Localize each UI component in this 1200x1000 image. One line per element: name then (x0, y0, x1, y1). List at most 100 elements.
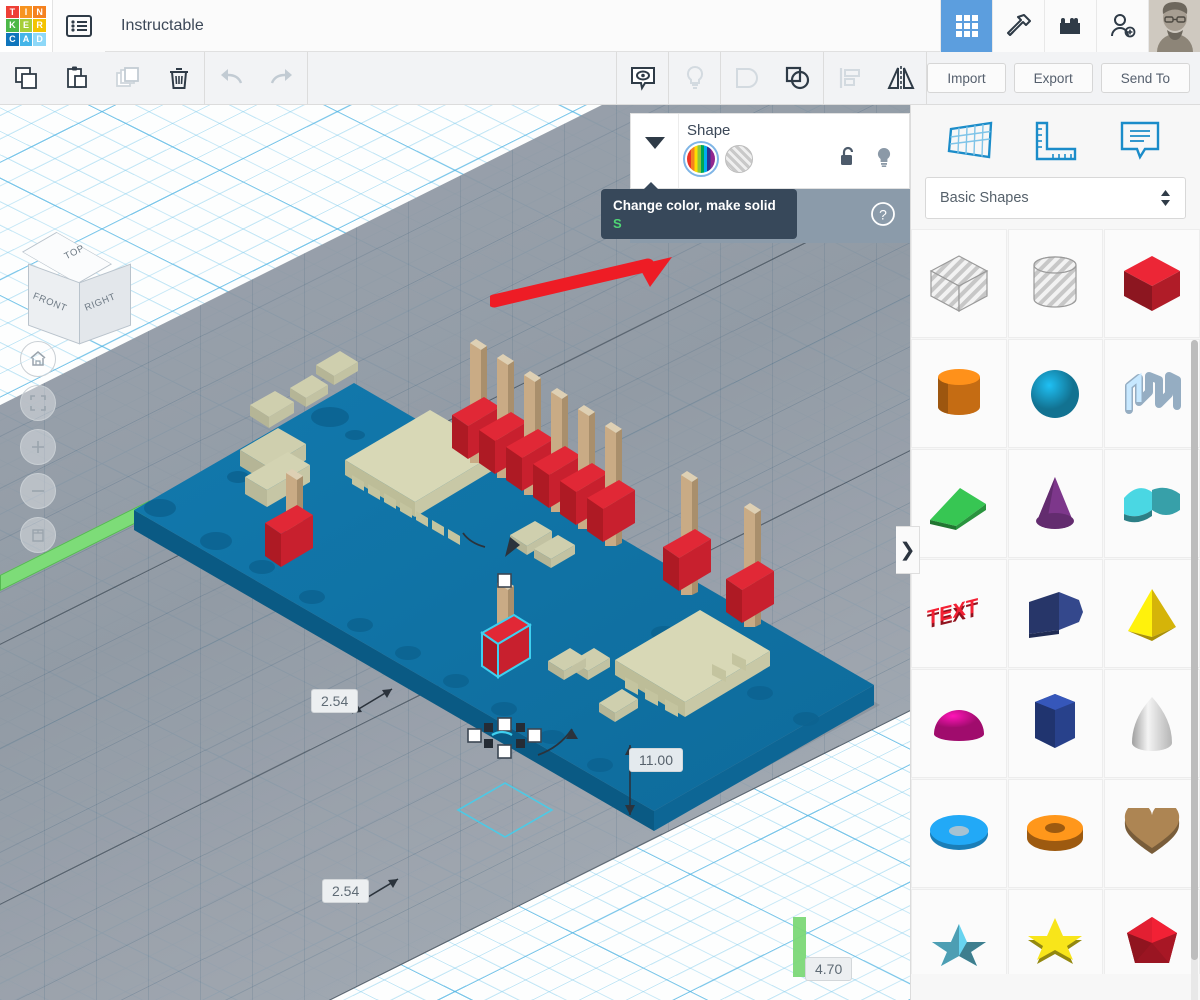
view-nav-buttons (20, 341, 56, 561)
paste-icon[interactable] (51, 52, 102, 105)
shape-panel-controls (683, 141, 897, 177)
shape-item-pyramid[interactable] (1104, 559, 1200, 668)
trash-icon[interactable] (153, 52, 204, 105)
view-tools (617, 51, 926, 105)
solid-color-swatch[interactable] (683, 141, 719, 177)
shape-item-tube-square[interactable] (1007, 559, 1104, 668)
dimension-label-y[interactable]: 2.54 (322, 879, 370, 903)
export-button[interactable]: Export (1013, 63, 1093, 93)
view-cube[interactable]: TOP FRONT RIGHT (18, 225, 138, 345)
brick-icon[interactable] (1044, 0, 1096, 52)
tooltip-title: Change color, make solid (613, 198, 776, 213)
document-title[interactable]: Instructable (121, 17, 204, 35)
tooltip-arrow (643, 182, 659, 190)
menu-list-icon[interactable] (53, 0, 105, 52)
shape-item-cylinder-hole[interactable] (1007, 229, 1104, 338)
logo-letter-d: D (33, 32, 46, 46)
shape-item-half-sphere[interactable] (911, 669, 1007, 778)
zoom-out-icon[interactable] (20, 473, 56, 509)
shape-item-star-3d[interactable] (911, 889, 1007, 974)
logo-letter-k: K (6, 19, 19, 32)
shape-color-tooltip: Change color, make solid S (601, 182, 797, 239)
fit-to-view-icon[interactable] (20, 385, 56, 421)
hammer-icon[interactable] (992, 0, 1044, 52)
shape-item-cylinder[interactable] (911, 339, 1007, 448)
copy-icon[interactable] (0, 52, 51, 105)
topbar-right-group (940, 0, 1200, 52)
history-tools (205, 52, 307, 105)
group-icon[interactable] (772, 52, 823, 105)
collapse-panel-icon[interactable] (631, 114, 679, 188)
undo-icon[interactable] (205, 52, 256, 105)
shape-item-star[interactable] (1007, 889, 1104, 974)
shape-item-scribble[interactable] (1104, 339, 1200, 448)
tinkercad-app: TIN KER CAD Instructable Import Export Sen… (0, 0, 1200, 1000)
send-to-button[interactable]: Send To (1100, 63, 1190, 93)
mirror-icon[interactable] (875, 52, 926, 105)
shape-item-hexagonal-prism[interactable] (1007, 669, 1104, 778)
shape-panel-body: Shape (679, 114, 909, 188)
lightbulb-icon[interactable] (875, 146, 893, 173)
top-bar: TIN KER CAD Instructable (0, 0, 1200, 52)
shape-item-polyhedron[interactable] (1104, 889, 1200, 974)
shape-category-select[interactable]: Basic Shapes (925, 177, 1186, 219)
shapes-panel: Basic Shapes TEXT TEXT (910, 105, 1200, 1000)
shape-panel-toggles (839, 146, 897, 173)
workplane-note-icon[interactable] (617, 52, 668, 105)
duplicate-icon[interactable] (102, 52, 153, 105)
logo-letter-e: E (19, 19, 33, 32)
redo-icon[interactable] (256, 52, 307, 105)
lightbulb-icon[interactable] (669, 52, 720, 105)
import-button[interactable]: Import (927, 63, 1006, 93)
logo-letter-n: N (33, 5, 46, 19)
shape-item-box[interactable] (1104, 229, 1200, 338)
clipboard-tools (0, 52, 204, 105)
dimension-label-z[interactable]: 4.70 (805, 957, 853, 981)
file-actions: Import Export Send To (927, 63, 1200, 93)
shape-item-text[interactable]: TEXT TEXT (911, 559, 1007, 668)
shape-category-value: Basic Shapes (940, 190, 1029, 206)
workplane-icon[interactable] (940, 110, 1002, 172)
logo-letter-c: C (6, 32, 19, 46)
dimension-label-height[interactable]: 11.00 (629, 748, 683, 772)
perspective-toggle-icon[interactable] (20, 517, 56, 553)
shapes-panel-tools (911, 105, 1200, 177)
shape-item-paraboloid[interactable] (1104, 669, 1200, 778)
panel-collapse-toggle[interactable]: ❯ (896, 526, 920, 574)
shape-grid-scrollbar[interactable] (1191, 340, 1198, 960)
stepper-icon (1160, 190, 1171, 206)
add-user-icon[interactable] (1096, 0, 1148, 52)
shape-item-box-hole[interactable] (911, 229, 1007, 338)
ruler-icon[interactable] (1024, 110, 1086, 172)
shape-item-roof[interactable] (1104, 449, 1200, 558)
shape-item-cone[interactable] (1007, 449, 1104, 558)
dimension-label-x[interactable]: 2.54 (311, 689, 359, 713)
question-mark-icon[interactable]: ? (870, 201, 896, 232)
home-view-icon[interactable] (20, 341, 56, 377)
shape-panel-title: Shape (687, 122, 731, 139)
tooltip-shortcut: S (613, 216, 622, 231)
shape-library-grid[interactable]: TEXT TEXT (911, 229, 1200, 974)
align-icon[interactable] (824, 52, 875, 105)
zoom-in-icon[interactable] (20, 429, 56, 465)
gallery-grid-icon[interactable] (940, 0, 992, 52)
logo-letter-t: T (6, 5, 19, 19)
shape-item-heart[interactable] (1104, 779, 1200, 888)
logo-letter-r: R (33, 19, 46, 32)
shape-item-sphere[interactable] (1007, 339, 1104, 448)
notes-icon[interactable] (1109, 110, 1171, 172)
shape-item-wedge[interactable] (911, 449, 1007, 558)
avatar[interactable] (1148, 0, 1200, 52)
logo-letter-a: A (19, 32, 33, 46)
edit-toolbar: Import Export Send To (0, 51, 1200, 105)
unlock-icon[interactable] (839, 146, 857, 173)
tinkercad-logo[interactable]: TIN KER CAD (0, 0, 52, 52)
logo-letter-i: I (19, 5, 33, 19)
shape-item-tube[interactable] (1007, 779, 1104, 888)
divider (307, 51, 308, 105)
hole-swatch[interactable] (725, 145, 753, 173)
shape-outline-icon[interactable] (721, 52, 772, 105)
svg-text:?: ? (879, 206, 887, 222)
shape-item-torus[interactable] (911, 779, 1007, 888)
shape-properties-panel: Shape ? Change color, make solid S (601, 113, 910, 243)
